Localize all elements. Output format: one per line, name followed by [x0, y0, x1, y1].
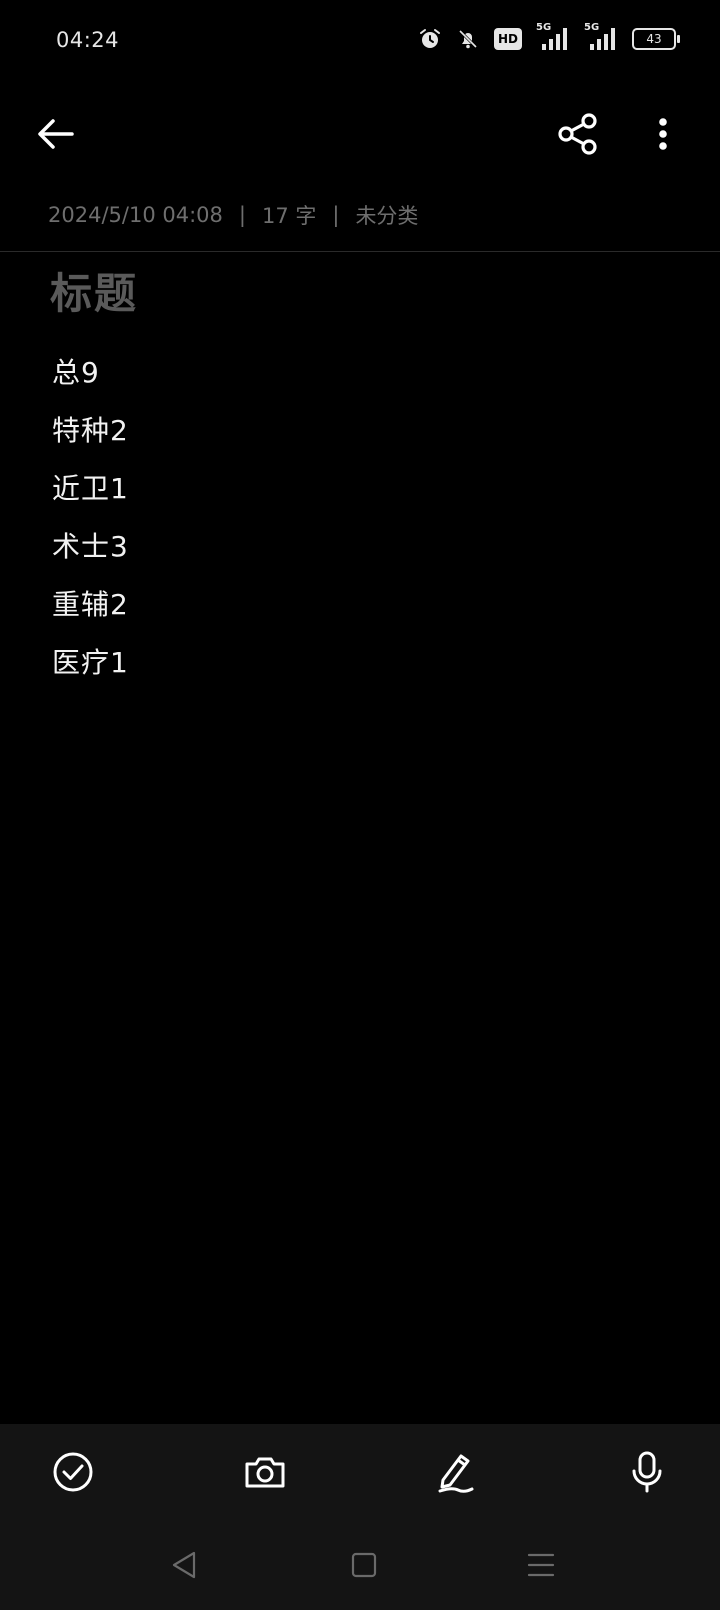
handwriting-button[interactable] [432, 1449, 478, 1495]
meta-separator: | [332, 203, 340, 227]
note-line[interactable]: 特种2 [52, 408, 129, 466]
status-icons: HD 5G 5G 43 [418, 22, 680, 52]
camera-icon [245, 1457, 285, 1488]
microphone-icon [632, 1451, 662, 1493]
note-datetime: 2024/5/10 04:08 [48, 203, 223, 227]
camera-button[interactable] [242, 1449, 288, 1495]
more-vertical-icon [659, 118, 667, 150]
nav-home-button[interactable] [347, 1548, 381, 1582]
nav-back-button[interactable] [168, 1548, 202, 1582]
note-meta: 2024/5/10 04:08 | 17 字 | 未分类 [48, 200, 418, 230]
status-time: 04:24 [56, 28, 120, 52]
signal-icon: 5G [584, 22, 618, 52]
battery-icon: 43 [632, 28, 680, 50]
share-icon [558, 113, 597, 155]
bottom-toolbar [0, 1424, 720, 1610]
network-type: 5G [584, 22, 600, 33]
alarm-icon [418, 27, 442, 51]
nav-back-icon [172, 1551, 196, 1579]
signal-icon: 5G [536, 22, 570, 52]
hd-voice-icon: HD [494, 28, 522, 50]
note-line[interactable]: 近卫1 [52, 466, 129, 524]
nav-recent-icon [527, 1553, 555, 1577]
divider [0, 251, 720, 252]
network-type: 5G [536, 22, 552, 33]
note-line[interactable]: 医疗1 [52, 640, 129, 698]
battery-level: 43 [646, 32, 662, 46]
note-line[interactable]: 总9 [52, 350, 129, 408]
checklist-button[interactable] [50, 1449, 96, 1495]
share-button[interactable] [555, 111, 601, 157]
word-count: 17 字 [261, 204, 317, 228]
note-body[interactable]: 总9 特种2 近卫1 术士3 重辅2 医疗1 [52, 350, 129, 698]
checklist-icon [53, 1452, 93, 1492]
handwriting-icon [438, 1454, 474, 1493]
arrow-left-icon [38, 119, 74, 149]
note-line[interactable]: 重辅2 [52, 582, 129, 640]
nav-recent-button[interactable] [524, 1548, 558, 1582]
mute-notifications-icon [456, 27, 480, 51]
note-category[interactable]: 未分类 [355, 200, 418, 230]
back-button[interactable] [32, 110, 80, 158]
meta-separator: | [238, 203, 246, 227]
nav-home-icon [351, 1552, 377, 1578]
note-line[interactable]: 术士3 [52, 524, 129, 582]
more-options-button[interactable] [645, 110, 681, 158]
voice-input-button[interactable] [624, 1449, 670, 1495]
note-title-field[interactable]: 标题 [50, 260, 138, 321]
